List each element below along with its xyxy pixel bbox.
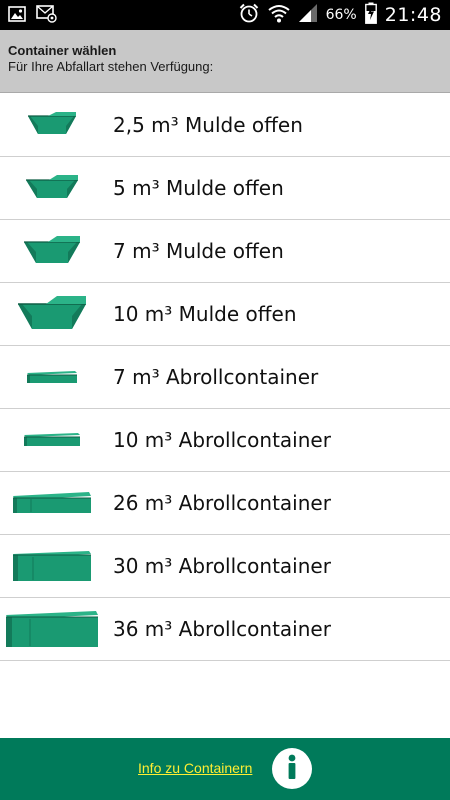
page-subtitle: Für Ihre Abfallart stehen Verfügung: (8, 59, 214, 74)
container-label: 2,5 m³ Mulde offen (113, 113, 303, 137)
page-title: Container wählen (8, 43, 117, 58)
signal-icon (298, 3, 318, 28)
footer-bar: Info zu Containern (0, 738, 450, 800)
skip-container-icon (0, 220, 104, 282)
container-label: 30 m³ Abrollcontainer (113, 554, 331, 578)
battery-percent: 66% (325, 7, 357, 23)
list-item-container[interactable]: 5 m³ Mulde offen (0, 157, 450, 220)
container-label: 7 m³ Abrollcontainer (113, 365, 319, 389)
info-containers-link[interactable]: Info zu Containern (138, 760, 252, 776)
info-icon (272, 747, 312, 792)
list-item-container[interactable]: 10 m³ Abrollcontainer (0, 409, 450, 472)
list-item-container[interactable]: 26 m³ Abrollcontainer (0, 472, 450, 535)
clock: 21:48 (384, 4, 442, 26)
list-item-container[interactable]: 2,5 m³ Mulde offen (0, 94, 450, 157)
container-label: 10 m³ Abrollcontainer (113, 428, 331, 452)
skip-container-icon (0, 94, 104, 156)
roll-off-container-icon (0, 346, 104, 408)
container-label: 36 m³ Abrollcontainer (113, 617, 331, 641)
list-item-container[interactable]: 7 m³ Abrollcontainer (0, 346, 450, 409)
image-icon (8, 5, 26, 28)
roll-off-container-icon (0, 598, 104, 660)
wifi-icon (267, 3, 290, 28)
alarm-icon (238, 2, 260, 29)
mail-icon (36, 5, 58, 28)
roll-off-container-icon (0, 472, 104, 534)
battery-charging-icon (364, 2, 377, 29)
container-label: 7 m³ Mulde offen (113, 239, 284, 263)
list-item-container[interactable]: 36 m³ Abrollcontainer (0, 598, 450, 661)
skip-container-icon (0, 157, 104, 219)
container-label: 5 m³ Mulde offen (113, 176, 284, 200)
container-label: 26 m³ Abrollcontainer (113, 491, 331, 515)
container-list: 2,5 m³ Mulde offen 5 m³ Mulde offen 7 m³… (0, 94, 450, 661)
list-item-container[interactable]: 10 m³ Mulde offen (0, 283, 450, 346)
status-bar: 66% 21:48 (0, 0, 450, 30)
container-label: 10 m³ Mulde offen (113, 302, 297, 326)
page-header: Container wählen Für Ihre Abfallart steh… (0, 30, 450, 93)
roll-off-container-icon (0, 409, 104, 471)
skip-container-icon (0, 283, 104, 345)
roll-off-container-icon (0, 535, 104, 597)
list-item-container[interactable]: 30 m³ Abrollcontainer (0, 535, 450, 598)
list-item-container[interactable]: 7 m³ Mulde offen (0, 220, 450, 283)
info-button[interactable] (272, 747, 312, 792)
